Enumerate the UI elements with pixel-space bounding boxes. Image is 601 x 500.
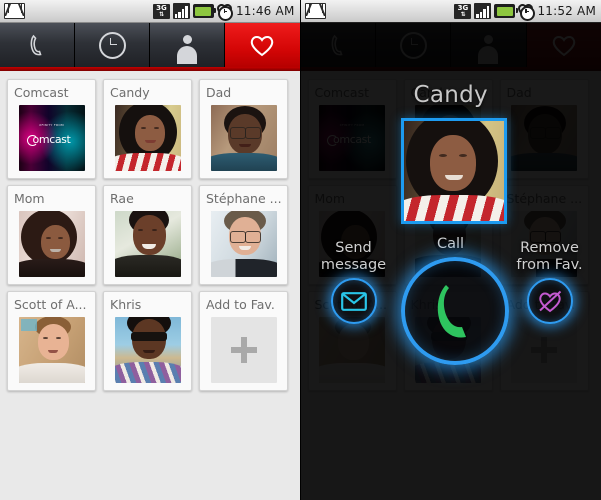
phone-handset-icon <box>30 34 42 56</box>
network-3g-icon: 3G ⇅ <box>152 3 170 19</box>
favorite-thumbnail <box>114 211 181 277</box>
action-call[interactable]: Call <box>400 236 509 365</box>
envelope-icon <box>340 291 367 311</box>
photo-candy <box>114 105 181 171</box>
status-time: 11:46 AM <box>235 4 295 18</box>
favorite-thumbnail <box>114 317 181 383</box>
favorite-thumbnail <box>210 211 277 277</box>
action-label: Send message <box>320 240 387 273</box>
tab-favorites[interactable] <box>225 23 300 67</box>
favorite-thumbnail: XFINITY FROMomcast <box>18 105 85 171</box>
action-label: Call <box>436 236 465 252</box>
photo-stephane <box>210 211 277 277</box>
overlay-contact-name: Candy <box>413 82 488 108</box>
tab-contacts[interactable] <box>150 23 226 67</box>
favorite-label: Dad <box>206 85 232 100</box>
comcast-logo: XFINITY FROMomcast <box>18 105 85 171</box>
action-remove-from-favorites[interactable]: Remove from Fav. <box>505 240 595 324</box>
favorite-card[interactable]: Candy <box>103 79 192 179</box>
phone-screen-right: 3G ⇅ 11:52 AM Candy Send message Call Re… <box>299 0 601 500</box>
favorite-thumbnail <box>18 211 85 277</box>
call-button[interactable] <box>400 257 509 365</box>
clock-icon <box>98 31 126 59</box>
tab-phone[interactable] <box>0 23 76 67</box>
favorite-label: Stéphane ... <box>206 191 281 206</box>
action-label: Remove from Fav. <box>516 240 583 273</box>
battery-icon <box>192 4 217 18</box>
add-to-favorites-card[interactable]: Add to Fav. <box>199 291 288 391</box>
favorite-label: Add to Fav. <box>206 297 275 312</box>
favorite-card[interactable]: Rae <box>103 185 192 285</box>
heart-icon <box>251 35 274 56</box>
action-send-message[interactable]: Send message <box>311 240 397 324</box>
signal-bars-icon <box>474 3 492 19</box>
phone-handset-icon <box>437 285 466 338</box>
favorite-label: Scott of A... <box>14 297 87 312</box>
status-time: 11:52 AM <box>537 4 596 18</box>
person-icon <box>176 34 198 64</box>
favorite-card[interactable]: Khris <box>103 291 192 391</box>
favorite-thumbnail <box>210 105 277 171</box>
favorite-card[interactable]: Dad <box>199 79 288 179</box>
favorite-label: Rae <box>110 191 134 206</box>
send-message-button[interactable] <box>330 278 377 324</box>
signal-bars-icon <box>172 3 190 19</box>
status-notifications <box>0 3 25 19</box>
status-indicators: 3G ⇅ 11:46 AM <box>152 1 300 21</box>
status-indicators: 3G ⇅ 11:52 AM <box>454 1 601 21</box>
photo-khris <box>114 317 181 383</box>
status-bar-right: 3G ⇅ 11:52 AM <box>300 0 601 23</box>
network-3g-icon: 3G ⇅ <box>454 3 472 19</box>
tab-recent[interactable] <box>75 23 151 67</box>
favorite-label: Candy <box>110 85 150 100</box>
photo-mom <box>18 211 85 277</box>
dual-screenshot-stage: 3G ⇅ 11:46 AM Comcast XFINITY FROM omcas… <box>0 0 601 500</box>
network-arrows: ⇅ <box>159 11 164 18</box>
photo-dad <box>210 105 277 171</box>
favorites-grid-left: Comcast XFINITY FROM omcast Candy Dad Mo… <box>0 71 300 500</box>
plus-icon <box>230 337 257 363</box>
photo-candy <box>403 121 504 221</box>
favorite-card[interactable]: Mom <box>7 185 96 285</box>
favorite-thumbnail <box>114 105 181 171</box>
status-notifications <box>301 3 326 19</box>
network-arrows: ⇅ <box>460 11 466 18</box>
favorite-label: Mom <box>14 191 45 206</box>
remove-from-favorites-button[interactable] <box>526 278 573 324</box>
photo-scott <box>18 317 85 383</box>
gmail-icon <box>304 3 326 19</box>
add-placeholder <box>210 317 277 383</box>
tab-bar-left <box>0 23 300 67</box>
alarm-clock-icon <box>215 1 234 21</box>
alarm-clock-icon <box>516 1 536 21</box>
favorite-card[interactable]: Scott of A... <box>7 291 96 391</box>
overlay-selected-photo[interactable] <box>400 118 507 224</box>
gmail-icon <box>4 3 25 19</box>
status-bar-left: 3G ⇅ 11:46 AM <box>0 0 300 23</box>
heart-slash-icon <box>538 290 561 313</box>
favorite-label: Comcast <box>14 85 69 100</box>
favorite-thumbnail <box>18 317 85 383</box>
battery-icon <box>494 4 518 18</box>
photo-rae <box>114 211 181 277</box>
favorite-card[interactable]: Stéphane ... <box>199 185 288 285</box>
favorite-card[interactable]: Comcast XFINITY FROMomcast <box>7 79 96 179</box>
favorite-label: Khris <box>110 297 142 312</box>
phone-screen-left: 3G ⇅ 11:46 AM Comcast XFINITY FROM omcas… <box>0 0 300 500</box>
